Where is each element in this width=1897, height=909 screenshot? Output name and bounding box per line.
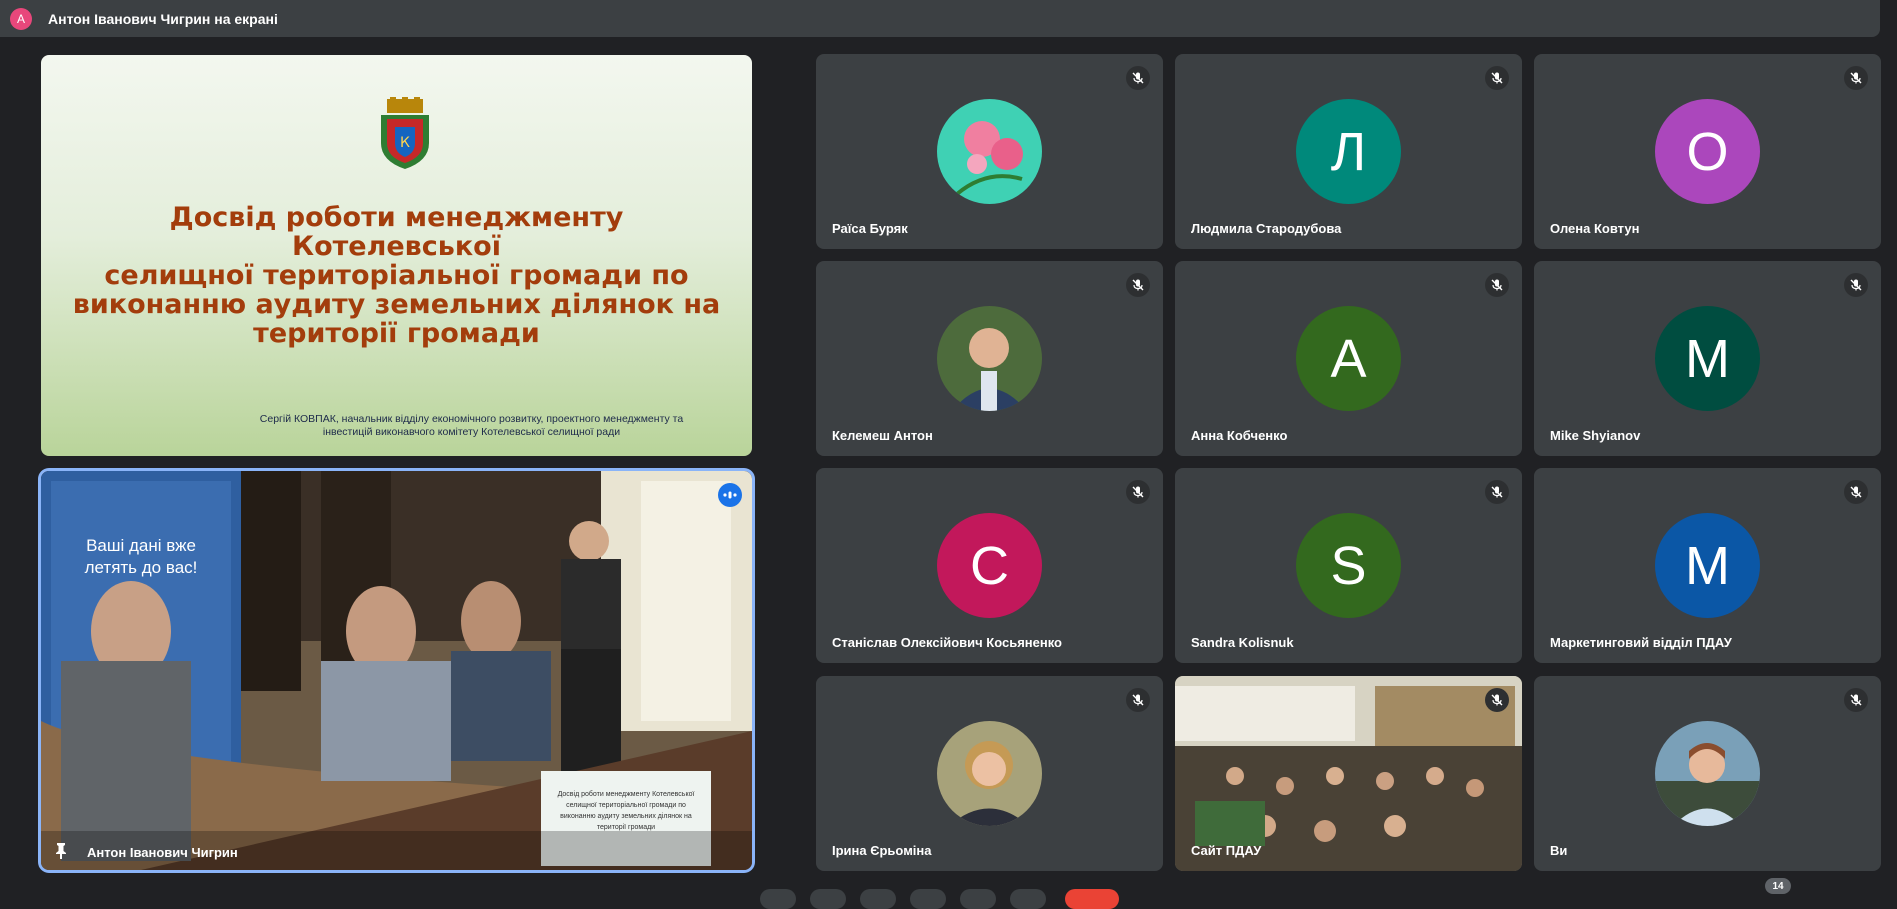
- participant-avatar: Л: [1296, 99, 1401, 204]
- participant-tile[interactable]: Келемеш Антон: [816, 261, 1163, 456]
- speaker-name: Антон Іванович Чигрин: [87, 845, 238, 860]
- participant-tile[interactable]: М Маркетинговий відділ ПДАУ: [1534, 468, 1881, 663]
- participant-name: Людмила Стародубова: [1191, 221, 1342, 236]
- mic-off-icon: [1126, 480, 1150, 504]
- presentation-banner: А Антон Іванович Чигрин на екрані: [0, 0, 1880, 37]
- participant-video: [1175, 676, 1522, 871]
- participant-avatar: О: [1655, 99, 1760, 204]
- participant-tile[interactable]: О Олена Ковтун: [1534, 54, 1881, 249]
- participant-tile[interactable]: С Станіслав Олексійович Косьяненко: [816, 468, 1163, 663]
- participant-photo: [1655, 721, 1760, 826]
- coat-of-arms-icon: К: [381, 97, 429, 169]
- mic-off-icon: [1126, 688, 1150, 712]
- participant-tile[interactable]: Л Людмила Стародубова: [1175, 54, 1522, 249]
- participant-name: Сайт ПДАУ: [1191, 843, 1262, 858]
- speaking-icon: [718, 483, 742, 507]
- presenter-label: Антон Іванович Чигрин на екрані: [48, 10, 278, 27]
- participant-tile[interactable]: S Sandra Kolisnuk: [1175, 468, 1522, 663]
- participant-tile[interactable]: Сайт ПДАУ: [1175, 676, 1522, 871]
- participant-name: Маркетинговий відділ ПДАУ: [1550, 635, 1732, 650]
- mic-off-icon: [1844, 273, 1868, 297]
- participant-avatar: М: [1655, 513, 1760, 618]
- pin-icon[interactable]: [53, 842, 69, 860]
- svg-text:Досвід роботи менеджменту Коте: Досвід роботи менеджменту Котелевської: [558, 790, 695, 798]
- control-bar-button-4[interactable]: [910, 889, 946, 909]
- control-bar-button-5[interactable]: [960, 889, 996, 909]
- participant-avatar: А: [1296, 306, 1401, 411]
- mic-off-icon: [1844, 688, 1868, 712]
- participant-name: Ірина Єрьоміна: [832, 843, 932, 858]
- participant-tile[interactable]: Раїса Буряк: [816, 54, 1163, 249]
- leave-call-button[interactable]: [1065, 889, 1119, 909]
- participant-count-badge[interactable]: 14: [1765, 878, 1791, 894]
- presenter-avatar: А: [10, 7, 32, 30]
- mic-off-icon: [1485, 66, 1509, 90]
- participant-name: Станіслав Олексійович Косьяненко: [832, 635, 1063, 650]
- svg-text:території громади: території громади: [597, 823, 655, 831]
- participant-avatar: С: [937, 513, 1042, 618]
- mic-off-icon: [1126, 273, 1150, 297]
- participant-avatar: S: [1296, 513, 1401, 618]
- svg-text:К: К: [400, 135, 410, 151]
- mic-off-icon: [1485, 480, 1509, 504]
- svg-text:виконанню аудиту земельних діл: виконанню аудиту земельних ділянок на: [560, 812, 692, 820]
- control-bar-button-3[interactable]: [860, 889, 896, 909]
- participant-name: Анна Кобченко: [1191, 428, 1288, 443]
- participant-tile[interactable]: А Анна Кобченко: [1175, 261, 1522, 456]
- participant-photo: [937, 306, 1042, 411]
- participant-photo: [937, 99, 1042, 204]
- control-bar-button-2[interactable]: [810, 889, 846, 909]
- participant-name: Sandra Kolisnuk: [1191, 635, 1294, 650]
- participant-tile[interactable]: Ви: [1534, 676, 1881, 871]
- participant-name: Mike Shyianov: [1550, 428, 1641, 443]
- mic-off-icon: [1485, 688, 1509, 712]
- mic-off-icon: [1844, 480, 1868, 504]
- conference-room-video: Ваші дані вже летять до вас! Досвід робо…: [41, 471, 752, 870]
- participant-avatar: M: [1655, 306, 1760, 411]
- participant-name: Келемеш Антон: [832, 428, 933, 443]
- participant-tile[interactable]: M Mike Shyianov: [1534, 261, 1881, 456]
- svg-text:селищної територіальної громад: селищної територіальної громади по: [566, 801, 686, 809]
- participant-tile[interactable]: Ірина Єрьоміна: [816, 676, 1163, 871]
- slide-author: Сергій КОВПАК, начальник відділу економі…: [259, 413, 684, 438]
- participant-name: Олена Ковтун: [1550, 221, 1640, 236]
- control-bar-button-1[interactable]: [760, 889, 796, 909]
- mic-off-icon: [1126, 66, 1150, 90]
- participant-name: Раїса Буряк: [832, 221, 908, 236]
- svg-text:Ваші дані вже: Ваші дані вже: [86, 536, 196, 555]
- presentation-slide[interactable]: К Досвід роботи менеджменту Котелевської…: [41, 55, 752, 456]
- svg-text:летять до вас!: летять до вас!: [85, 558, 198, 577]
- mic-off-icon: [1485, 273, 1509, 297]
- participant-name: Ви: [1550, 843, 1568, 858]
- mic-off-icon: [1844, 66, 1868, 90]
- participant-photo: [937, 721, 1042, 826]
- control-bar-button-6[interactable]: [1010, 889, 1046, 909]
- active-speaker-video[interactable]: Ваші дані вже летять до вас! Досвід робо…: [41, 471, 752, 870]
- slide-title: Досвід роботи менеджменту Котелевської с…: [72, 202, 721, 349]
